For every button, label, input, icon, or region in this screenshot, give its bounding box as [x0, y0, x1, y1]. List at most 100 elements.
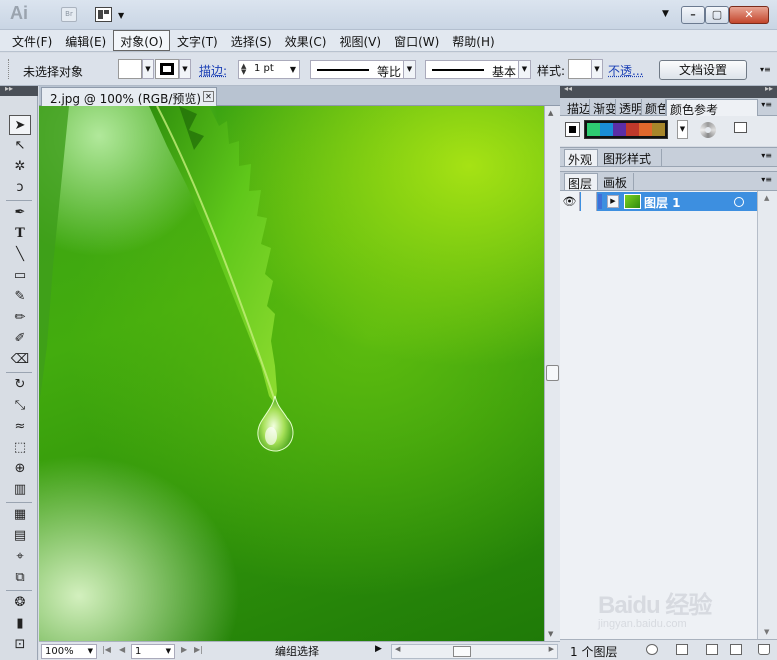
- opacity-link[interactable]: 不透...: [608, 62, 643, 79]
- document-setup-button[interactable]: 文档设置: [659, 60, 747, 80]
- pencil-tool-icon[interactable]: ✏: [9, 308, 31, 328]
- tab-transparency[interactable]: 透明: [616, 99, 642, 116]
- close-button[interactable]: ✕: [729, 6, 769, 24]
- maximize-button[interactable]: ▢: [705, 6, 729, 24]
- minimize-button[interactable]: –: [681, 6, 705, 24]
- scroll-thumb[interactable]: [453, 646, 471, 657]
- menu-type[interactable]: 文字(T): [171, 30, 224, 51]
- column-graph-tool-icon[interactable]: ▮: [9, 614, 31, 634]
- expand-arrow-icon[interactable]: ▶: [607, 195, 619, 208]
- artwork-canvas[interactable]: [39, 106, 544, 641]
- menu-effect[interactable]: 效果(C): [279, 30, 333, 51]
- panel-menu-icon[interactable]: ▾≡: [761, 151, 772, 160]
- harmony-color-swatch[interactable]: [587, 123, 600, 136]
- menu-file[interactable]: 文件(F): [6, 30, 58, 51]
- document-tab[interactable]: 2.jpg @ 100% (RGB/预览) ✕: [41, 87, 217, 106]
- new-layer-icon[interactable]: [730, 644, 742, 655]
- zoom-field[interactable]: 100% ▼: [41, 644, 97, 659]
- tab-stroke[interactable]: 描边: [564, 99, 590, 116]
- workspace-switcher-arrow[interactable]: ▼: [662, 9, 669, 19]
- tab-appearance[interactable]: 外观: [564, 149, 598, 166]
- harmony-color-swatch[interactable]: [613, 123, 626, 136]
- variable-width-profile[interactable]: 等比 ▼: [310, 60, 416, 79]
- warp-tool-icon[interactable]: ≈: [9, 417, 31, 437]
- locate-object-icon[interactable]: [646, 644, 658, 655]
- layer-row[interactable]: 👁 ▶ 图层 1: [560, 192, 757, 211]
- type-tool-icon[interactable]: T: [9, 224, 31, 244]
- graph-tool-icon[interactable]: ▥: [9, 480, 31, 500]
- control-bar-grip[interactable]: [8, 59, 11, 79]
- style-dropdown[interactable]: ▼: [591, 59, 603, 79]
- close-icon[interactable]: ✕: [203, 91, 214, 102]
- rectangle-tool-icon[interactable]: ▭: [9, 266, 31, 286]
- tab-graphic-styles[interactable]: 图形样式: [600, 149, 662, 166]
- stroke-weight-field[interactable]: ▲ ▼ 1 pt ▼: [238, 60, 300, 79]
- prev-artboard-icon[interactable]: ◀: [119, 645, 125, 654]
- layers-scrollbar[interactable]: ▲ ▼: [757, 191, 777, 639]
- direct-selection-tool-icon[interactable]: ↖: [9, 136, 31, 156]
- shape-builder-tool-icon[interactable]: ⊕: [9, 459, 31, 479]
- panel-menu-icon[interactable]: ▾≡: [760, 65, 771, 74]
- tab-gradient[interactable]: 渐变: [590, 99, 616, 116]
- make-clipping-mask-icon[interactable]: [676, 644, 688, 655]
- panel-menu-icon[interactable]: ▾≡: [761, 175, 772, 184]
- free-transform-tool-icon[interactable]: ⬚: [9, 438, 31, 458]
- canvas-vertical-scrollbar[interactable]: ▲ ▼: [544, 106, 560, 641]
- scroll-left-icon[interactable]: ◀: [395, 645, 400, 653]
- paintbrush-tool-icon[interactable]: ✎: [9, 287, 31, 307]
- gradient-tool-icon[interactable]: ▤: [9, 526, 31, 546]
- status-text[interactable]: 编组选择: [209, 644, 385, 659]
- first-artboard-icon[interactable]: |◀: [102, 645, 111, 654]
- menu-help[interactable]: 帮助(H): [446, 30, 500, 51]
- style-swatch[interactable]: [568, 59, 592, 79]
- edit-colors-icon[interactable]: [700, 122, 716, 138]
- base-color-swatch[interactable]: [565, 122, 580, 137]
- scroll-down-icon[interactable]: ▼: [548, 630, 553, 638]
- rotate-tool-icon[interactable]: ↻: [9, 375, 31, 395]
- tab-color-guide[interactable]: 颜色参考: [666, 99, 758, 116]
- harmony-color-swatch[interactable]: [600, 123, 613, 136]
- canvas-horizontal-scrollbar[interactable]: ◀ ▶: [391, 644, 558, 659]
- harmony-color-swatch[interactable]: [652, 123, 665, 136]
- tab-layers[interactable]: 图层: [564, 173, 598, 190]
- menu-edit[interactable]: 编辑(E): [59, 30, 112, 51]
- next-artboard-icon[interactable]: ▶: [181, 645, 187, 654]
- harmony-color-swatch[interactable]: [639, 123, 652, 136]
- layer-name[interactable]: 图层 1: [644, 194, 681, 211]
- harmony-rules-dropdown[interactable]: ▼: [677, 120, 688, 139]
- stroke-dropdown[interactable]: ▼: [179, 59, 191, 79]
- scroll-down-icon[interactable]: ▼: [764, 628, 769, 636]
- panel-dock-header[interactable]: ◂◂ ▸▸: [560, 84, 777, 98]
- tab-artboards[interactable]: 画板: [600, 173, 634, 190]
- lasso-tool-icon[interactable]: ↄ: [9, 178, 31, 198]
- fill-dropdown[interactable]: ▼: [142, 59, 154, 79]
- eyedropper-tool-icon[interactable]: ⌖: [9, 547, 31, 567]
- bridge-button[interactable]: Br: [61, 7, 77, 22]
- menu-select[interactable]: 选择(S): [225, 30, 278, 51]
- last-artboard-icon[interactable]: ▶|: [194, 645, 203, 654]
- trash-icon[interactable]: [758, 644, 770, 655]
- status-menu-arrow[interactable]: ▶: [375, 644, 382, 654]
- harmony-colors-strip[interactable]: [584, 120, 668, 139]
- symbol-sprayer-tool-icon[interactable]: ❂: [9, 593, 31, 613]
- new-sublayer-icon[interactable]: [706, 644, 718, 655]
- selection-tool-icon[interactable]: ➤: [9, 115, 31, 135]
- target-circle-icon[interactable]: [734, 197, 744, 207]
- artboard-tool-icon[interactable]: ⊡: [9, 635, 31, 655]
- scroll-up-icon[interactable]: ▲: [548, 109, 553, 117]
- artboard-field[interactable]: 1 ▼: [131, 644, 175, 659]
- mesh-tool-icon[interactable]: ▦: [9, 505, 31, 525]
- panel-menu-icon[interactable]: ▾≡: [761, 100, 772, 109]
- tab-color[interactable]: 颜色: [642, 99, 666, 116]
- harmony-color-swatch[interactable]: [626, 123, 639, 136]
- scroll-up-icon[interactable]: ▲: [764, 194, 769, 202]
- line-tool-icon[interactable]: ╲: [9, 245, 31, 265]
- pen-tool-icon[interactable]: ✒: [9, 203, 31, 223]
- arrange-documents-button[interactable]: ▼: [95, 7, 129, 23]
- eraser-tool-icon[interactable]: ⌫: [9, 350, 31, 370]
- stroke-swatch[interactable]: [155, 59, 179, 79]
- stroke-panel-link[interactable]: 描边:: [199, 62, 227, 79]
- save-color-group-icon[interactable]: [734, 122, 747, 133]
- blend-tool-icon[interactable]: ⧉: [9, 568, 31, 588]
- eye-icon[interactable]: 👁: [560, 192, 580, 211]
